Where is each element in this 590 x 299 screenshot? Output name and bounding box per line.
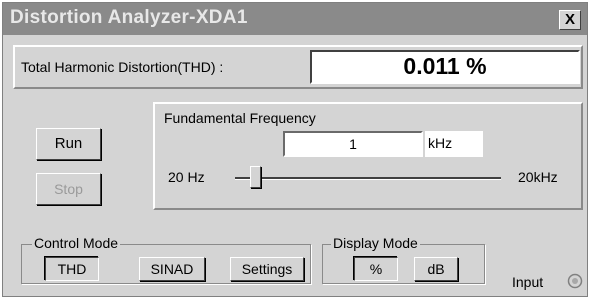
frequency-unit-box: kHz [425,131,483,157]
thd-value-display: 0.011 % [310,50,580,84]
input-indicator-icon [567,273,583,289]
thd-mode-button[interactable]: THD [45,257,99,281]
window-title: Distortion Analyzer-XDA1 [10,7,248,28]
frequency-panel: Fundamental Frequency 1 kHz 20 Hz 20kHz [153,102,583,210]
slider-max-label: 20kHz [518,169,558,185]
control-mode-label: Control Mode [32,235,121,251]
db-mode-button[interactable]: dB [414,257,458,281]
stop-button[interactable]: Stop [36,173,101,205]
slider-min-label: 20 Hz [168,169,205,185]
display-mode-label: Display Mode [331,235,420,251]
input-label: Input [512,274,544,290]
close-button[interactable]: X [559,10,581,30]
thd-value: 0.011 % [403,53,487,79]
frequency-slider-track[interactable] [235,177,501,180]
frequency-slider-thumb[interactable] [250,166,261,188]
distortion-analyzer-window: Distortion Analyzer-XDA1 X Total Harmoni… [2,2,588,297]
percent-mode-button[interactable]: % [354,257,398,281]
run-button[interactable]: Run [36,128,101,160]
sinad-mode-button[interactable]: SINAD [139,257,205,281]
frequency-input[interactable]: 1 [283,131,423,157]
settings-button[interactable]: Settings [230,257,304,281]
thd-label: Total Harmonic Distortion(THD) : [21,59,224,75]
frequency-value: 1 [349,136,357,152]
title-bar: Distortion Analyzer-XDA1 X [3,3,587,35]
frequency-unit: kHz [428,135,453,151]
frequency-label: Fundamental Frequency [164,110,316,126]
thd-panel: Total Harmonic Distortion(THD) : 0.011 % [13,45,583,89]
